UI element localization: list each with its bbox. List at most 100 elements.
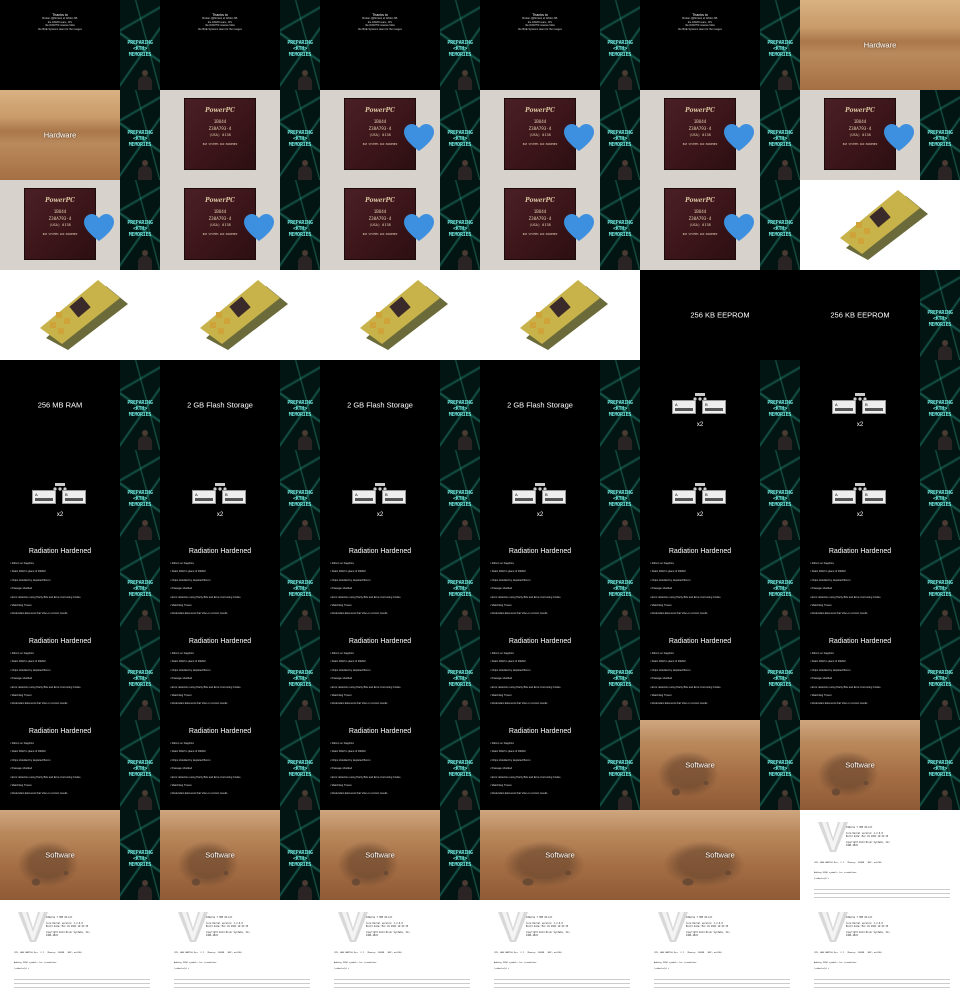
slide-thumbnail[interactable]: PowerPC 1BU44 Z38A793-4 (USA) 0138 BAE SYSTE… xyxy=(320,180,480,270)
slide-thumbnail[interactable] xyxy=(160,270,320,360)
slide-thumbnail[interactable]: PowerPC 1BU44 Z38A793-4 (USA) 0138 BAE SYSTE… xyxy=(320,90,480,180)
slide-thumbnail[interactable]: Thanks to Florian (@florian) at NASA JPL t… xyxy=(480,0,640,90)
conference-sidebar: PREPARING <KTH> MEMORIES xyxy=(920,450,960,540)
radiation-list: Silicon on SapphireStatic RAM in place o… xyxy=(330,650,401,709)
radiation-list-item: Chips shielded by depleted Boron xyxy=(330,667,401,675)
slide-thumbnail[interactable]: Radiation Hardened Silicon on SapphireSta… xyxy=(640,540,800,630)
heart-badge-icon xyxy=(724,214,754,242)
slide-thumbnail[interactable]: A Bx2 PREPARING <KTH> MEMORIES xyxy=(0,450,160,540)
slide-thumbnail[interactable]: Software PREPARING <KTH> MEMORIES xyxy=(800,720,960,810)
speaker-body xyxy=(618,616,632,630)
slide-thumbnail[interactable]: Radiation Hardened Silicon on SapphireSta… xyxy=(320,630,480,720)
slide-thumbnail[interactable]: VxWorks 7 SMP 64-bit Core Kernel version… xyxy=(0,900,160,990)
slide-thumbnail[interactable]: Radiation Hardened Silicon on SapphireSta… xyxy=(320,540,480,630)
slide-thumbnail[interactable]: A Bx2 PREPARING <KTH> MEMORIES xyxy=(640,360,800,450)
slide-thumbnail[interactable] xyxy=(320,270,480,360)
conference-sidebar: PREPARING <KTH> MEMORIES xyxy=(440,810,480,900)
slide-thumbnail[interactable]: Hardware PREPARING <KTH> MEMORIES xyxy=(0,90,160,180)
slide-thumbnail[interactable]: Radiation Hardened Silicon on SapphireSta… xyxy=(480,630,640,720)
vxworks-cpu-line: CPU: BAE RAD750 Rev. 2.1 Memory: 256MB B… xyxy=(494,952,562,954)
slide-thumbnail[interactable]: PowerPC 1BU44 Z38A793-4 (USA) 0138 BAE SYSTE… xyxy=(640,90,800,180)
partition-b-bar xyxy=(385,498,403,501)
conference-sidebar: PREPARING <KTH> MEMORIES xyxy=(120,180,160,270)
slide-thumbnail[interactable]: 2 GB Flash Storage PREPARING <KTH> MEMORI… xyxy=(480,360,640,450)
slide-thumbnail[interactable]: Radiation Hardened Silicon on SapphireSta… xyxy=(640,630,800,720)
conference-sidebar: PREPARING <KTH> MEMORIES xyxy=(600,180,640,270)
table-row xyxy=(494,984,630,988)
slide-thumbnail[interactable]: 2 GB Flash Storage PREPARING <KTH> MEMORI… xyxy=(160,360,320,450)
conference-logo: PREPARING <KTH> MEMORIES xyxy=(127,40,153,58)
slide-thumbnail[interactable]: Hardware xyxy=(800,0,960,90)
slide-thumbnail[interactable]: PowerPC 1BU44 Z38A793-4 (USA) 0138 BAE SYSTE… xyxy=(800,90,960,180)
speaker-body xyxy=(618,166,632,180)
slide-thumbnail[interactable]: A Bx2 PREPARING <KTH> MEMORIES xyxy=(800,450,960,540)
slide-thumbnail[interactable]: Radiation Hardened Silicon on SapphireSta… xyxy=(160,630,320,720)
slide-thumbnail[interactable]: PowerPC 1BU44 Z38A793-4 (USA) 0138 BAE SYSTE… xyxy=(160,90,320,180)
slide-title: 256 MB RAM xyxy=(37,400,83,410)
slide-thumbnail[interactable]: 256 KB EEPROM PREPARING <KTH> MEMORIES xyxy=(800,270,960,360)
slide-content xyxy=(800,180,960,270)
slide-thumbnail[interactable]: Radiation Hardened Silicon on SapphireSta… xyxy=(0,630,160,720)
multiplier-label: x2 xyxy=(856,422,864,428)
slide-thumbnail[interactable]: PowerPC 1BU44 Z38A793-4 (USA) 0138 BAE SYSTE… xyxy=(640,180,800,270)
speaker-body xyxy=(298,886,312,900)
slide-thumbnail[interactable]: Radiation Hardened Silicon on SapphireSta… xyxy=(800,540,960,630)
slide-thumbnail[interactable]: Software xyxy=(480,810,640,900)
slide-thumbnail[interactable]: Software xyxy=(640,810,800,900)
vxworks-prompt: [vxWorks]# i xyxy=(334,968,350,970)
speaker-video xyxy=(618,160,632,180)
slide-thumbnail[interactable]: A Bx2 PREPARING <KTH> MEMORIES xyxy=(800,360,960,450)
slide-thumbnail[interactable]: 2 GB Flash Storage PREPARING <KTH> MEMORI… xyxy=(320,360,480,450)
slide-thumbnail[interactable]: A Bx2 PREPARING <KTH> MEMORIES xyxy=(480,450,640,540)
slide-thumbnail[interactable] xyxy=(0,270,160,360)
slide-thumbnail[interactable]: Radiation Hardened Silicon on SapphireSta… xyxy=(160,540,320,630)
slide-thumbnail[interactable]: PowerPC 1BU44 Z38A793-4 (USA) 0138 BAE SYSTE… xyxy=(0,180,160,270)
slide-title: Software xyxy=(705,850,735,860)
speaker-body xyxy=(778,616,792,630)
slide-thumbnail[interactable]: VxWorks 7 SMP 64-bit Core Kernel version… xyxy=(320,900,480,990)
heart-badge-icon xyxy=(84,214,114,242)
multiplier-label: x2 xyxy=(536,512,544,518)
slide-thumbnail[interactable]: Thanks to Florian (@florian) at NASA JPL t… xyxy=(320,0,480,90)
ab-boxes: AB xyxy=(832,400,888,414)
slide-thumbnail[interactable]: Radiation Hardened Silicon on SapphireSta… xyxy=(0,540,160,630)
slide-thumbnail[interactable]: VxWorks 7 SMP 64-bit Core Kernel version… xyxy=(640,900,800,990)
slide-thumbnail[interactable]: A Bx2 PREPARING <KTH> MEMORIES xyxy=(640,450,800,540)
radiation-list-item: Redundant Elements that Vote on correct … xyxy=(10,700,81,708)
conference-logo: PREPARING <KTH> MEMORIES xyxy=(287,400,313,418)
slide-thumbnail[interactable]: 256 KB EEPROM xyxy=(640,270,800,360)
radiation-list-item: Redundant Elements that Vote on correct … xyxy=(810,610,881,618)
slide-thumbnail[interactable]: Radiation Hardened Silicon on SapphireSta… xyxy=(480,540,640,630)
slide-thumbnail[interactable]: A Bx2 PREPARING <KTH> MEMORIES xyxy=(160,450,320,540)
slide-thumbnail[interactable]: Radiation Hardened Silicon on SapphireSta… xyxy=(480,720,640,810)
thanks-text: Thanks to Florian (@florian) at NASA JPL t… xyxy=(490,13,590,31)
partition-a-label: A xyxy=(515,492,518,497)
slide-thumbnail[interactable]: Thanks to Florian (@florian) at NASA JPL t… xyxy=(640,0,800,90)
radiation-list-item: Watchdog Timers xyxy=(330,782,401,790)
slide-thumbnail[interactable]: PowerPC 1BU44 Z38A793-4 (USA) 0138 BAE SYSTE… xyxy=(160,180,320,270)
vxworks-symbols-line: Adding 5286 symbols for standalone xyxy=(14,962,57,964)
slide-thumbnail[interactable]: Software PREPARING <KTH> MEMORIES xyxy=(320,810,480,900)
slide-thumbnail[interactable]: Thanks to Florian (@florian) at NASA JPL t… xyxy=(0,0,160,90)
slide-thumbnail[interactable]: PowerPC 1BU44 Z38A793-4 (USA) 0138 BAE SYSTE… xyxy=(480,90,640,180)
slide-thumbnail[interactable] xyxy=(800,180,960,270)
slide-title: Radiation Hardened xyxy=(348,638,412,645)
slide-thumbnail[interactable]: VxWorks 7 SMP 64-bit Core Kernel version… xyxy=(800,810,960,900)
slide-thumbnail[interactable]: VxWorks 7 SMP 64-bit Core Kernel version… xyxy=(800,900,960,990)
slide-thumbnail[interactable]: Software PREPARING <KTH> MEMORIES xyxy=(0,810,160,900)
slide-thumbnail[interactable]: VxWorks 7 SMP 64-bit Core Kernel version… xyxy=(160,900,320,990)
slide-thumbnail[interactable]: 256 MB RAM PREPARING <KTH> MEMORIES xyxy=(0,360,160,450)
slide-thumbnail[interactable]: Thanks to Florian (@florian) at NASA JPL t… xyxy=(160,0,320,90)
slide-thumbnail[interactable]: Radiation Hardened Silicon on SapphireSta… xyxy=(320,720,480,810)
slide-thumbnail[interactable] xyxy=(480,270,640,360)
slide-thumbnail[interactable]: Radiation Hardened Silicon on SapphireSta… xyxy=(160,720,320,810)
slide-thumbnail[interactable]: Radiation Hardened Silicon on SapphireSta… xyxy=(800,630,960,720)
slide-thumbnail[interactable]: Radiation Hardened Silicon on SapphireSta… xyxy=(0,720,160,810)
slide-thumbnail[interactable]: PowerPC 1BU44 Z38A793-4 (USA) 0138 BAE SYSTE… xyxy=(480,180,640,270)
slide-thumbnail[interactable]: Software PREPARING <KTH> MEMORIES xyxy=(160,810,320,900)
slide-thumbnail[interactable]: A Bx2 PREPARING <KTH> MEMORIES xyxy=(320,450,480,540)
slide-content: A Bx2 xyxy=(320,450,440,540)
speaker-video xyxy=(298,160,312,180)
slide-thumbnail[interactable]: VxWorks 7 SMP 64-bit Core Kernel version… xyxy=(480,900,640,990)
slide-thumbnail[interactable]: Software PREPARING <KTH> MEMORIES xyxy=(640,720,800,810)
